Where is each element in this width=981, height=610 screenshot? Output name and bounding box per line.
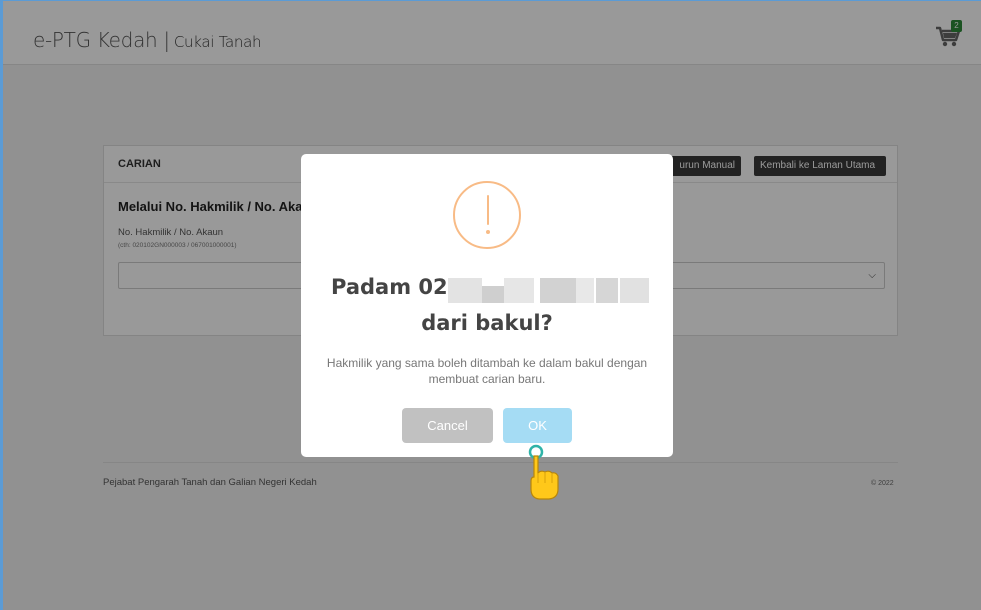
warning-icon-dot xyxy=(486,230,490,234)
warning-icon-bar xyxy=(487,195,489,225)
dialog-title-suffix: dari bakul? xyxy=(421,311,553,335)
cancel-button[interactable]: Cancel xyxy=(402,408,493,443)
dialog-title-prefix: Padam 02 xyxy=(331,275,448,299)
confirm-dialog: Padam 02 dari bakul? Hakmilik yang sama … xyxy=(301,154,673,457)
redacted-hakmilik xyxy=(448,278,649,303)
ok-button[interactable]: OK xyxy=(503,408,572,443)
hand-pointer-icon xyxy=(528,444,559,500)
warning-icon xyxy=(453,181,521,249)
dialog-message: Hakmilik yang sama boleh ditambah ke dal… xyxy=(326,356,648,386)
